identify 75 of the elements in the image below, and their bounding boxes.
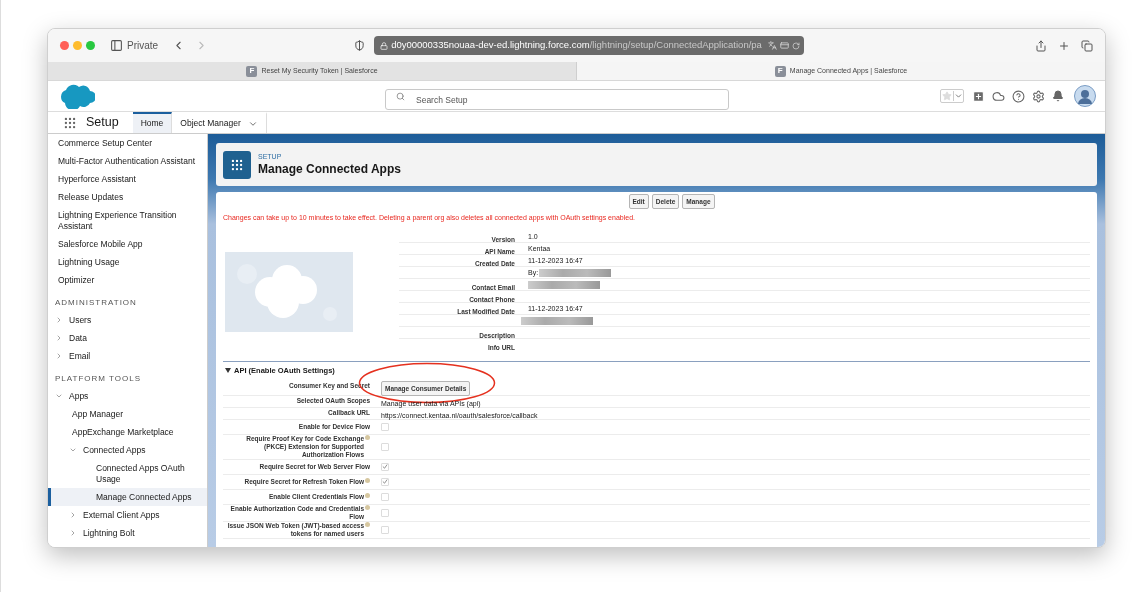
share-icon[interactable] — [1035, 39, 1047, 52]
bell-icon[interactable] — [1052, 90, 1064, 102]
app-launcher-icon[interactable] — [63, 115, 77, 130]
help-icon[interactable] — [1012, 89, 1025, 103]
checkbox[interactable] — [381, 477, 389, 486]
sidebar-group[interactable]: Connected Apps — [48, 441, 207, 459]
sidebar-toggle-icon[interactable] — [110, 39, 123, 52]
chevron-right-icon — [69, 511, 77, 519]
sidebar-heading: ADMINISTRATION — [55, 298, 137, 307]
page-title: Manage Connected Apps — [258, 162, 401, 178]
sidebar-group[interactable]: Apps — [48, 387, 207, 405]
sidebar-group[interactable]: Users — [48, 311, 207, 329]
search-icon — [396, 91, 405, 101]
address-bar[interactable]: d0y00000335nouaa-dev-ed.lightning.force.com/lightning/setup/ConnectedApplication/pa — [374, 36, 805, 55]
url-text: d0y00000335nouaa-dev-ed.lightning.force.com/lightning/setup/ConnectedApplication/pa — [391, 38, 762, 53]
sidebar-item[interactable]: Commerce Setup Center — [48, 134, 207, 152]
sidebar-heading: PLATFORM TOOLS — [55, 374, 141, 383]
add-icon[interactable] — [972, 89, 985, 103]
chevron-right-icon — [55, 316, 63, 324]
favicon-icon: F — [774, 65, 786, 77]
zoom-window-icon[interactable] — [86, 41, 95, 50]
avatar-icon[interactable] — [1074, 85, 1096, 107]
nav-tab[interactable]: Home — [132, 112, 173, 133]
favicon-icon: F — [246, 65, 258, 77]
settings-icon[interactable] — [1032, 89, 1045, 103]
card-icon[interactable] — [779, 41, 789, 50]
sidebar-item[interactable]: AppExchange Marketplace — [48, 423, 207, 441]
checkbox[interactable] — [381, 492, 389, 501]
sidebar-item[interactable]: Optimizer — [48, 271, 207, 289]
sidebar-item[interactable]: Manage Connected Apps — [48, 488, 207, 506]
app-name: Setup — [86, 114, 119, 132]
favorites-button[interactable] — [940, 89, 964, 103]
page-header-icon — [223, 150, 251, 179]
info-icon — [365, 521, 370, 527]
checkbox[interactable] — [381, 508, 389, 517]
redaction-bar — [521, 316, 593, 325]
collapse-triangle-icon — [225, 368, 231, 374]
chevron-down-icon — [69, 446, 77, 454]
sidebar-item[interactable]: Lightning Usage — [48, 253, 207, 271]
chevron-down-icon — [55, 392, 63, 400]
sidebar-group[interactable]: Data — [48, 329, 207, 347]
lock-icon — [380, 41, 389, 50]
sidebar-item[interactable]: Release Updates — [48, 188, 207, 206]
search-field[interactable]: Search Setup — [385, 89, 729, 110]
cloud-icon[interactable] — [992, 89, 1005, 103]
star-icon — [941, 90, 953, 102]
sidebar-group[interactable]: Lightning Bolt — [48, 524, 207, 542]
sidebar-item[interactable]: Hyperforce Assistant — [48, 170, 207, 188]
info-icon — [365, 434, 370, 440]
checkbox[interactable] — [381, 525, 389, 534]
sidebar-item[interactable]: Lightning Experience Transition Assistant — [48, 206, 207, 235]
sidebar-item[interactable]: App Manager — [48, 405, 207, 423]
new-tab-icon[interactable] — [1058, 39, 1070, 52]
sidebar-group[interactable]: External Client Apps — [48, 506, 207, 524]
minimize-window-icon[interactable] — [73, 41, 82, 50]
checkbox[interactable] — [381, 422, 389, 431]
sidebar-item[interactable]: Connected Apps OAuth Usage — [48, 459, 207, 488]
chevron-right-icon — [55, 352, 63, 360]
caret-icon — [953, 91, 963, 101]
info-icon — [365, 477, 370, 483]
checkbox[interactable] — [381, 442, 389, 451]
sidebar-item[interactable]: Salesforce Mobile App — [48, 235, 207, 253]
tabs-overview-icon[interactable] — [1081, 39, 1093, 52]
chevron-right-icon — [55, 334, 63, 342]
sidebar-group[interactable]: Email — [48, 347, 207, 365]
translate-icon[interactable] — [767, 41, 777, 50]
checkbox[interactable] — [381, 462, 389, 471]
reload-icon[interactable] — [791, 41, 800, 50]
sidebar-item[interactable]: Multi-Factor Authentication Assistant — [48, 152, 207, 170]
private-label: Private — [127, 39, 159, 53]
chevron-right-icon — [69, 529, 77, 537]
nav-tab[interactable]: Object Manager — [172, 112, 267, 133]
close-window-icon[interactable] — [60, 41, 69, 50]
shield-icon[interactable] — [354, 40, 366, 51]
redaction-bar — [528, 280, 600, 289]
